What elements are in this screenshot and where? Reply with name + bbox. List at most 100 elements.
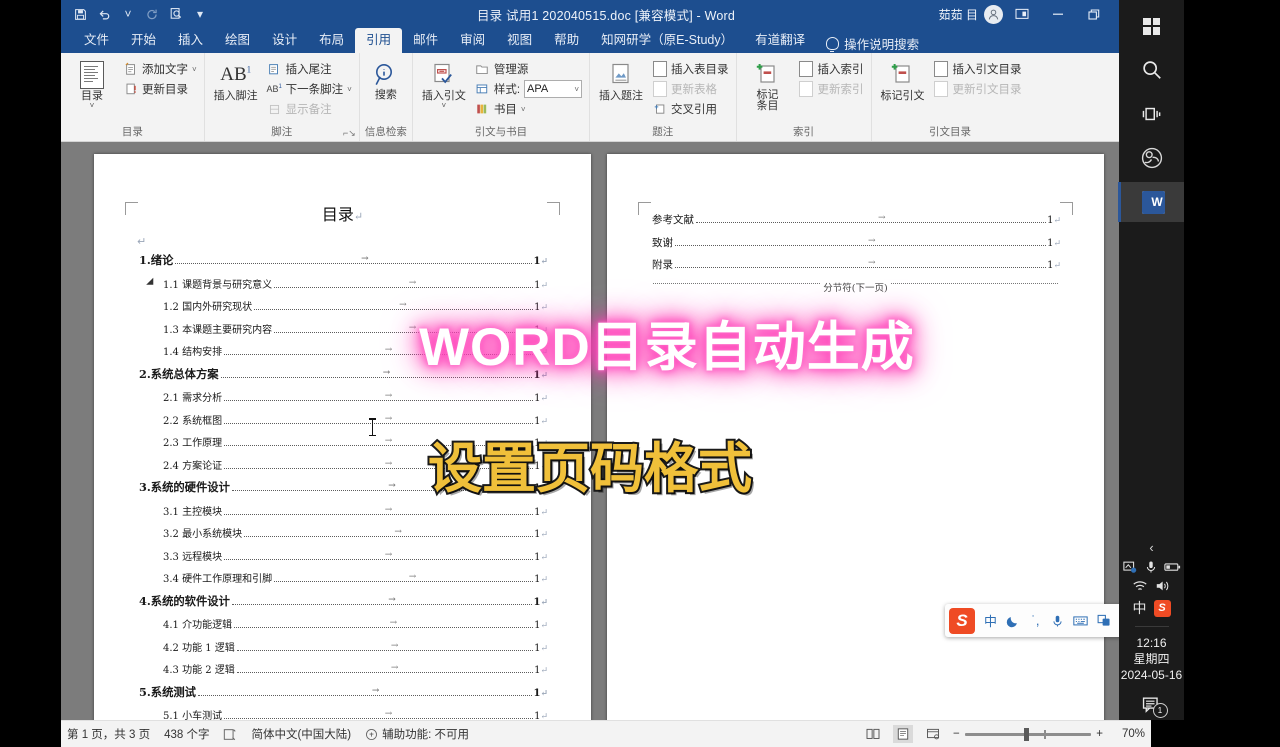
tab-draw[interactable]: 绘图	[214, 28, 261, 53]
toc-entry[interactable]: 4.3 功能 2 逻辑 → 1 ↵	[137, 661, 548, 676]
task-view-button[interactable]	[1126, 94, 1178, 134]
notification-center-button[interactable]: 1	[1142, 696, 1168, 718]
print-layout-button[interactable]	[893, 725, 913, 743]
tab-review[interactable]: 审阅	[449, 28, 496, 53]
avatar[interactable]	[984, 4, 1003, 24]
insert-caption-button[interactable]: 插入题注	[595, 58, 647, 102]
tray-expand-row[interactable]: ‹	[1119, 540, 1184, 555]
zoom-thumb[interactable]	[1024, 727, 1030, 741]
table-of-contents-button[interactable]: 目录 ˅	[66, 58, 118, 110]
page-number-status[interactable]: 第 1 页，共 3 页	[67, 726, 150, 742]
undo-dropdown-icon[interactable]: ˅	[117, 4, 139, 24]
read-mode-button[interactable]	[863, 725, 883, 743]
citation-style-select[interactable]: APA ˅	[524, 80, 583, 98]
smart-lookup-button[interactable]: 搜索	[365, 58, 407, 101]
update-table-button[interactable]: 更新目录	[121, 80, 199, 98]
cross-reference-button[interactable]: 交叉引用	[650, 100, 731, 118]
sogou-tray-icon[interactable]: S	[1153, 599, 1171, 617]
mark-entry-button[interactable]: 标记 条目	[742, 58, 794, 112]
word-count-status[interactable]: 438 个字	[164, 726, 209, 742]
manage-sources-icon	[475, 62, 490, 77]
toc-entry[interactable]: 参考文献 → 1 ↵	[650, 212, 1061, 227]
volume-icon[interactable]	[1155, 579, 1171, 593]
tab-mailings[interactable]: 邮件	[402, 28, 449, 53]
zoom-track[interactable]	[964, 727, 1092, 741]
wifi-icon[interactable]	[1132, 579, 1148, 593]
proofing-status-icon[interactable]	[223, 728, 237, 741]
minimize-button[interactable]	[1041, 1, 1075, 27]
toc-entry[interactable]: 1.绪论 → 1 ↵	[137, 252, 548, 268]
chinese-mode-icon[interactable]: 中	[984, 611, 997, 630]
battery-icon[interactable]	[1163, 561, 1181, 573]
add-text-button[interactable]: 添加文字 ˅	[121, 60, 199, 78]
bibliography-button[interactable]: 书目 ˅	[473, 100, 584, 118]
undo-icon[interactable]	[93, 4, 115, 24]
zoom-in-button[interactable]: +	[1096, 728, 1103, 740]
insert-endnote-button[interactable]: 插入尾注	[265, 60, 354, 78]
ribbon-display-options-button[interactable]	[1005, 1, 1039, 27]
chevron-left-icon[interactable]: ‹	[1149, 540, 1153, 555]
punctuation-icon[interactable]: ˙,	[1029, 613, 1042, 628]
zoom-out-button[interactable]: −	[953, 728, 960, 740]
toc-entry[interactable]: 2.1 需求分析 → 1 ↵	[137, 389, 548, 404]
table-of-contents-field-continued[interactable]: 参考文献 → 1 ↵ 致谢 → 1 ↵ 附录 → 1 ↵ 分节符(下一页)	[650, 212, 1061, 294]
web-layout-button[interactable]	[923, 725, 943, 743]
insert-table-of-figures-button[interactable]: 插入表目录	[650, 60, 731, 78]
ime-language-indicator[interactable]: 中	[1133, 598, 1147, 618]
tab-home[interactable]: 开始	[120, 28, 167, 53]
customize-quick-access-icon[interactable]: ▾	[189, 4, 211, 24]
language-status[interactable]: 简体中文(中国大陆)	[251, 726, 351, 742]
start-button[interactable]	[1126, 6, 1178, 46]
toc-entry[interactable]: 3.3 远程模块 → 1 ↵	[137, 548, 548, 563]
toc-entry[interactable]: 3.4 硬件工作原理和引脚 → 1 ↵	[137, 570, 548, 585]
onedrive-icon[interactable]	[1122, 560, 1138, 574]
insert-citation-button[interactable]: 插入引文 ˅	[418, 58, 470, 110]
soft-keyboard-icon[interactable]	[1073, 615, 1088, 627]
next-footnote-button[interactable]: AB1 下一条脚注 ˅	[265, 80, 354, 98]
mark-citation-button[interactable]: 标记引文	[877, 58, 929, 102]
accessibility-status[interactable]: 辅助功能: 不可用	[365, 726, 469, 742]
zoom-slider[interactable]: − +	[953, 727, 1103, 741]
search-button[interactable]	[1126, 50, 1178, 90]
save-icon[interactable]	[69, 4, 91, 24]
toc-entry[interactable]: 4.2 功能 1 逻辑 → 1 ↵	[137, 639, 548, 654]
zoom-level[interactable]: 70%	[1113, 728, 1145, 740]
clock[interactable]: 12:16 星期四 2024-05-16	[1121, 635, 1182, 683]
toc-entry[interactable]: 4.1 介功能逻辑 → 1 ↵	[137, 616, 548, 631]
night-mode-moon-icon[interactable]	[1006, 614, 1020, 628]
toc-entry[interactable]: 附录 → 1 ↵	[650, 257, 1061, 272]
insert-footnote-button[interactable]: AB1 插入脚注	[210, 58, 262, 102]
tab-design[interactable]: 设计	[261, 28, 308, 53]
tell-me-search[interactable]: 操作说明搜索	[816, 34, 919, 53]
obs-studio-button[interactable]	[1126, 138, 1178, 178]
insert-table-of-authorities-button[interactable]: 插入引文目录	[932, 60, 1024, 78]
sogou-logo-icon[interactable]: S	[949, 607, 975, 634]
toc-entry[interactable]: 5.1 小车测试 → 1 ↵	[137, 707, 548, 720]
citation-style-row[interactable]: 样式: APA ˅	[473, 80, 584, 98]
tab-layout[interactable]: 布局	[308, 28, 355, 53]
toc-entry[interactable]: 1.1 课题背景与研究意义 → 1 ↵	[137, 276, 548, 291]
print-preview-icon[interactable]	[165, 4, 187, 24]
tab-references[interactable]: 引用	[355, 28, 403, 53]
insert-index-button[interactable]: 插入索引	[797, 60, 866, 78]
redo-icon[interactable]	[141, 4, 163, 24]
tab-cnki-estudy[interactable]: 知网研学（原E-Study）	[590, 28, 744, 53]
tab-file[interactable]: 文件	[73, 28, 120, 53]
microphone-icon[interactable]	[1145, 560, 1157, 574]
toc-entry[interactable]: 4.系统的软件设计 → 1 ↵	[137, 593, 548, 609]
footnotes-dialog-launcher-icon[interactable]: ⌐↘	[343, 128, 356, 139]
toc-entry[interactable]: 5.系统测试 → 1 ↵	[137, 684, 548, 700]
tab-view[interactable]: 视图	[496, 28, 543, 53]
voice-input-icon[interactable]	[1051, 614, 1064, 628]
emoji-picker-icon[interactable]	[1097, 614, 1111, 627]
tab-help[interactable]: 帮助	[543, 28, 590, 53]
word-taskbar-button[interactable]: W	[1117, 182, 1186, 222]
toc-entry[interactable]: 3.1 主控模块 → 1 ↵	[137, 503, 548, 518]
toc-entry[interactable]: 致谢 → 1 ↵	[650, 235, 1061, 250]
collapse-triangle-icon[interactable]	[146, 277, 157, 288]
toc-entry[interactable]: 3.2 最小系统模块 → 1 ↵	[137, 525, 548, 540]
tab-youdao-translate[interactable]: 有道翻译	[744, 28, 816, 53]
tab-insert[interactable]: 插入	[167, 28, 214, 53]
manage-sources-button[interactable]: 管理源	[473, 60, 584, 78]
restore-button[interactable]	[1077, 1, 1111, 27]
